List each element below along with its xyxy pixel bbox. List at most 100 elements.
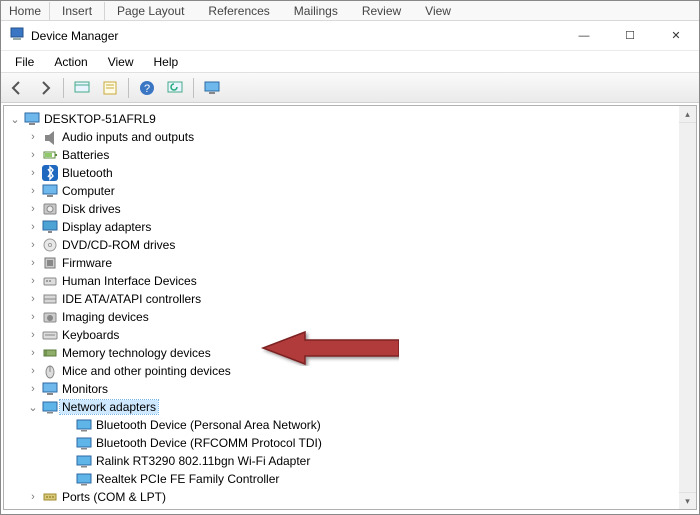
firmware-icon [42, 255, 58, 271]
tree-item-monitor[interactable]: › Monitors [26, 380, 679, 398]
expand-icon[interactable]: › [26, 185, 40, 197]
imaging-icon [42, 309, 58, 325]
tree-item-label: DVD/CD-ROM drives [60, 238, 177, 252]
tree-item-label: IDE ATA/ATAPI controllers [60, 292, 203, 306]
toolbar-separator [128, 78, 129, 98]
tree-item-computer[interactable]: › Computer [26, 182, 679, 200]
tree-item-audio[interactable]: ›Audio inputs and outputs [26, 128, 679, 146]
tree-item-label: Firmware [60, 256, 114, 270]
tree-item-imaging[interactable]: › Imaging devices [26, 308, 679, 326]
expand-icon[interactable]: › [26, 221, 40, 233]
device-tree-panel: ⌄ DESKTOP-51AFRL9 ›Audio inputs and outp… [3, 105, 697, 510]
tree-item-mouse[interactable]: › Mice and other pointing devices [26, 362, 679, 380]
collapse-icon[interactable]: ⌄ [8, 113, 22, 126]
menu-action[interactable]: Action [44, 53, 97, 71]
tree-item-network[interactable]: ⌄Network adapters [26, 398, 679, 416]
tree-item-memory[interactable]: › Memory technology devices [26, 344, 679, 362]
toolbar-help[interactable]: ? [135, 76, 159, 100]
toolbar-refresh[interactable] [163, 76, 187, 100]
expand-icon[interactable]: › [26, 491, 40, 503]
window-minimize[interactable]: — [561, 21, 607, 51]
toolbar-back[interactable] [5, 76, 29, 100]
tree-item-label: Imaging devices [60, 310, 151, 324]
network-adapter-item[interactable]: Ralink RT3290 802.11bgn Wi-Fi Adapter [60, 452, 679, 470]
bluetooth-icon [42, 165, 58, 181]
tree-item-label: Monitors [60, 382, 110, 396]
hid-icon [42, 273, 58, 289]
expand-icon[interactable]: › [26, 347, 40, 359]
svg-text:?: ? [144, 83, 150, 95]
tree-item-dvd[interactable]: › DVD/CD-ROM drives [26, 236, 679, 254]
dvd-icon [42, 237, 58, 253]
vertical-scrollbar[interactable]: ▴ ▾ [679, 106, 696, 509]
expand-icon[interactable]: › [26, 365, 40, 377]
tree-item-firmware[interactable]: › Firmware [26, 254, 679, 272]
tree-item-keyboard[interactable]: ›Keyboards [26, 326, 679, 344]
tree-item-battery[interactable]: › Batteries [26, 146, 679, 164]
tree-item-label: Print queues [60, 508, 131, 509]
expand-icon[interactable]: › [26, 275, 40, 287]
expand-icon[interactable]: › [26, 203, 40, 215]
tree-item-label: Batteries [60, 148, 111, 162]
expand-icon[interactable]: › [26, 167, 40, 179]
expand-icon[interactable]: › [26, 383, 40, 395]
expand-icon[interactable]: › [26, 329, 40, 341]
tree-item-hid[interactable]: ›Human Interface Devices [26, 272, 679, 290]
ribbon-tab-view[interactable]: View [413, 2, 463, 20]
menu-file[interactable]: File [5, 53, 44, 71]
collapse-icon[interactable]: ⌄ [26, 401, 40, 414]
scroll-up-icon[interactable]: ▴ [679, 106, 696, 123]
menu-help[interactable]: Help [144, 53, 189, 71]
expand-icon[interactable]: › [26, 293, 40, 305]
window-maximize[interactable]: ☐ [607, 21, 653, 51]
ribbon-tab-review[interactable]: Review [350, 2, 413, 20]
ribbon-tab-references[interactable]: References [196, 2, 281, 20]
tree-item-bluetooth[interactable]: › Bluetooth [26, 164, 679, 182]
tree-item-ports[interactable]: › Ports (COM & LPT) [26, 488, 679, 506]
disk-icon [42, 201, 58, 217]
toolbar-scan[interactable] [200, 76, 224, 100]
expand-icon[interactable]: › [26, 239, 40, 251]
network-adapter-item[interactable]: Bluetooth Device (Personal Area Network) [60, 416, 679, 434]
network-adapter-item[interactable]: Realtek PCIe FE Family Controller [60, 470, 679, 488]
expand-icon[interactable]: › [26, 257, 40, 269]
network-adapter-label: Bluetooth Device (Personal Area Network) [94, 418, 323, 432]
scroll-down-icon[interactable]: ▾ [679, 492, 696, 509]
ide-icon [42, 291, 58, 307]
ribbon-tab-page-layout[interactable]: Page Layout [105, 2, 196, 20]
computer-icon [24, 111, 40, 127]
window-titlebar: Device Manager — ☐ ✕ [1, 21, 699, 51]
tree-item-printq[interactable]: ›Print queues [26, 506, 679, 509]
tree-item-label: Display adapters [60, 220, 153, 234]
spacer [60, 419, 74, 431]
ribbon-tab-home[interactable]: Home [5, 2, 50, 20]
ports-icon [42, 489, 58, 505]
expand-icon[interactable]: › [26, 149, 40, 161]
tree-item-label: Memory technology devices [60, 346, 213, 360]
tree-item-label: Computer [60, 184, 117, 198]
network-adapter-item[interactable]: Bluetooth Device (RFCOMM Protocol TDI) [60, 434, 679, 452]
tree-item-ide[interactable]: › IDE ATA/ATAPI controllers [26, 290, 679, 308]
toolbar-show-tree[interactable] [70, 76, 94, 100]
device-tree[interactable]: ⌄ DESKTOP-51AFRL9 ›Audio inputs and outp… [4, 106, 679, 509]
menu-view[interactable]: View [98, 53, 144, 71]
network-adapter-label: Ralink RT3290 802.11bgn Wi-Fi Adapter [94, 454, 312, 468]
spacer [60, 473, 74, 485]
network-adapter-icon [76, 435, 92, 451]
tree-item-disk[interactable]: ›Disk drives [26, 200, 679, 218]
toolbar-separator [193, 78, 194, 98]
keyboard-icon [42, 327, 58, 343]
window-close[interactable]: ✕ [653, 21, 699, 51]
tree-item-display[interactable]: › Display adapters [26, 218, 679, 236]
toolbar-forward[interactable] [33, 76, 57, 100]
tree-item-label: Bluetooth [60, 166, 115, 180]
network-adapter-label: Realtek PCIe FE Family Controller [94, 472, 281, 486]
ribbon-tab-insert[interactable]: Insert [50, 2, 105, 20]
expand-icon[interactable]: › [26, 311, 40, 323]
tree-item-label: Mice and other pointing devices [60, 364, 233, 378]
tree-item-label: Ports (COM & LPT) [60, 490, 168, 504]
expand-icon[interactable]: › [26, 131, 40, 143]
toolbar-properties[interactable] [98, 76, 122, 100]
tree-root[interactable]: ⌄ DESKTOP-51AFRL9 [8, 110, 679, 128]
ribbon-tab-mailings[interactable]: Mailings [282, 2, 350, 20]
